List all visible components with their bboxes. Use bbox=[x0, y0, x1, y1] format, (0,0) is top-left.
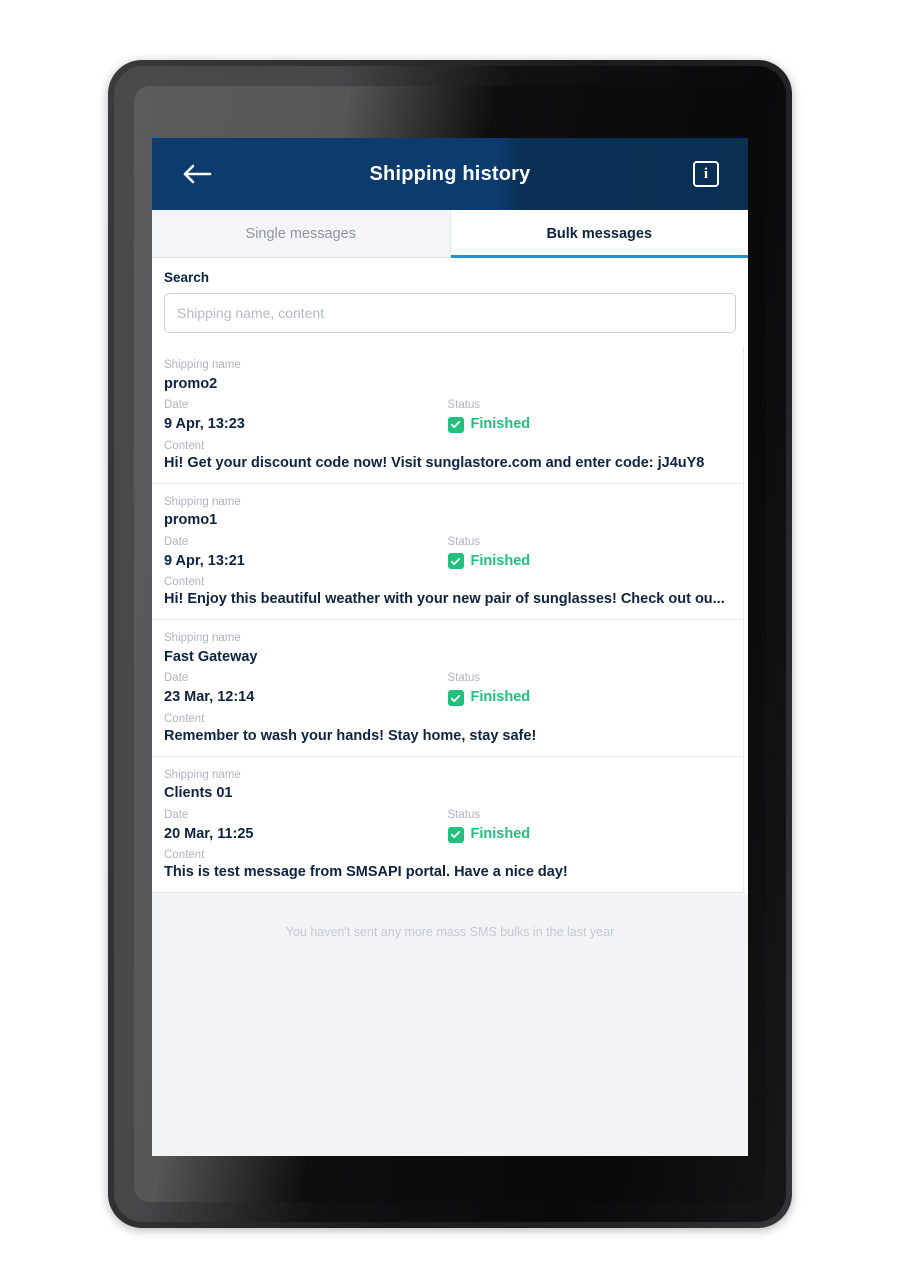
empty-state-note: You haven't sent any more mass SMS bulks… bbox=[285, 925, 615, 940]
check-icon bbox=[447, 826, 464, 843]
check-icon bbox=[447, 553, 464, 570]
table-row[interactable]: Shipping name promo2 Date 9 Apr, 13:23 S… bbox=[152, 347, 744, 484]
status-text: Finished bbox=[470, 552, 531, 569]
shipping-name-value: promo1 bbox=[164, 512, 218, 529]
status-badge: Finished bbox=[447, 414, 732, 436]
tab-single-messages-label: Single messages bbox=[245, 225, 356, 242]
back-button[interactable] bbox=[170, 138, 224, 210]
date-value: 20 Mar, 11:25 bbox=[164, 825, 254, 842]
table-row[interactable]: Shipping name promo1 Date 9 Apr, 13:21 S… bbox=[152, 483, 744, 621]
tab-bulk-messages-label: Bulk messages bbox=[546, 225, 653, 242]
shipping-name-label: Shipping name bbox=[164, 768, 241, 781]
check-icon bbox=[447, 416, 464, 433]
shipping-name-label: Shipping name bbox=[164, 632, 241, 645]
app-screen: Shipping history i Single messages Bulk … bbox=[152, 138, 748, 1156]
tab-bulk-messages[interactable]: Bulk messages bbox=[450, 210, 748, 258]
status-label: Status bbox=[447, 672, 481, 685]
search-section: Search bbox=[152, 258, 748, 347]
check-icon bbox=[447, 690, 464, 706]
date-value: 9 Apr, 13:21 bbox=[164, 552, 245, 569]
status-text: Finished bbox=[470, 825, 531, 842]
content-label: Content bbox=[164, 849, 205, 862]
status-label: Status bbox=[447, 808, 481, 821]
shipping-name-label: Shipping name bbox=[164, 495, 241, 508]
status-badge: Finished bbox=[447, 551, 732, 573]
status-text: Finished bbox=[470, 416, 531, 433]
status-badge: Finished bbox=[447, 687, 732, 709]
shipping-history-list: Shipping name promo2 Date 9 Apr, 13:23 S… bbox=[152, 347, 748, 894]
shipping-name-value: Fast Gateway bbox=[164, 648, 258, 665]
info-button[interactable]: i bbox=[682, 138, 730, 210]
search-input[interactable] bbox=[164, 293, 736, 333]
date-label: Date bbox=[164, 399, 189, 412]
date-label: Date bbox=[164, 672, 189, 685]
date-label: Date bbox=[164, 535, 189, 548]
content-value: This is test message from SMSAPI portal.… bbox=[164, 864, 568, 881]
shipping-name-value: Clients 01 bbox=[164, 785, 233, 802]
date-value: 23 Mar, 12:14 bbox=[164, 689, 255, 706]
date-value: 9 Apr, 13:23 bbox=[164, 416, 245, 433]
content-label: Content bbox=[164, 576, 205, 589]
search-label: Search bbox=[164, 270, 210, 285]
content-label: Content bbox=[164, 712, 205, 725]
page-title: Shipping history bbox=[369, 162, 531, 185]
shipping-name-value: promo2 bbox=[164, 375, 218, 392]
info-icon: i bbox=[693, 161, 719, 187]
table-row[interactable]: Shipping name Fast Gateway Date 23 Mar, … bbox=[152, 620, 744, 757]
arrow-left-icon bbox=[183, 164, 212, 184]
content-value: Remember to wash your hands! Stay home, … bbox=[164, 727, 537, 744]
app-header: Shipping history i bbox=[152, 138, 748, 210]
content-value: Hi! Get your discount code now! Visit su… bbox=[164, 454, 705, 471]
shipping-name-label: Shipping name bbox=[164, 359, 241, 371]
content-label: Content bbox=[164, 439, 205, 452]
status-label: Status bbox=[447, 399, 481, 412]
table-row[interactable]: Shipping name Clients 01 Date 20 Mar, 11… bbox=[152, 756, 744, 894]
status-label: Status bbox=[447, 535, 481, 548]
content-value: Hi! Enjoy this beautiful weather with yo… bbox=[164, 591, 725, 608]
status-badge: Finished bbox=[447, 824, 732, 846]
status-text: Finished bbox=[470, 689, 531, 706]
tab-bar: Single messages Bulk messages bbox=[152, 210, 748, 258]
date-label: Date bbox=[164, 808, 189, 821]
tab-single-messages[interactable]: Single messages bbox=[152, 210, 451, 257]
